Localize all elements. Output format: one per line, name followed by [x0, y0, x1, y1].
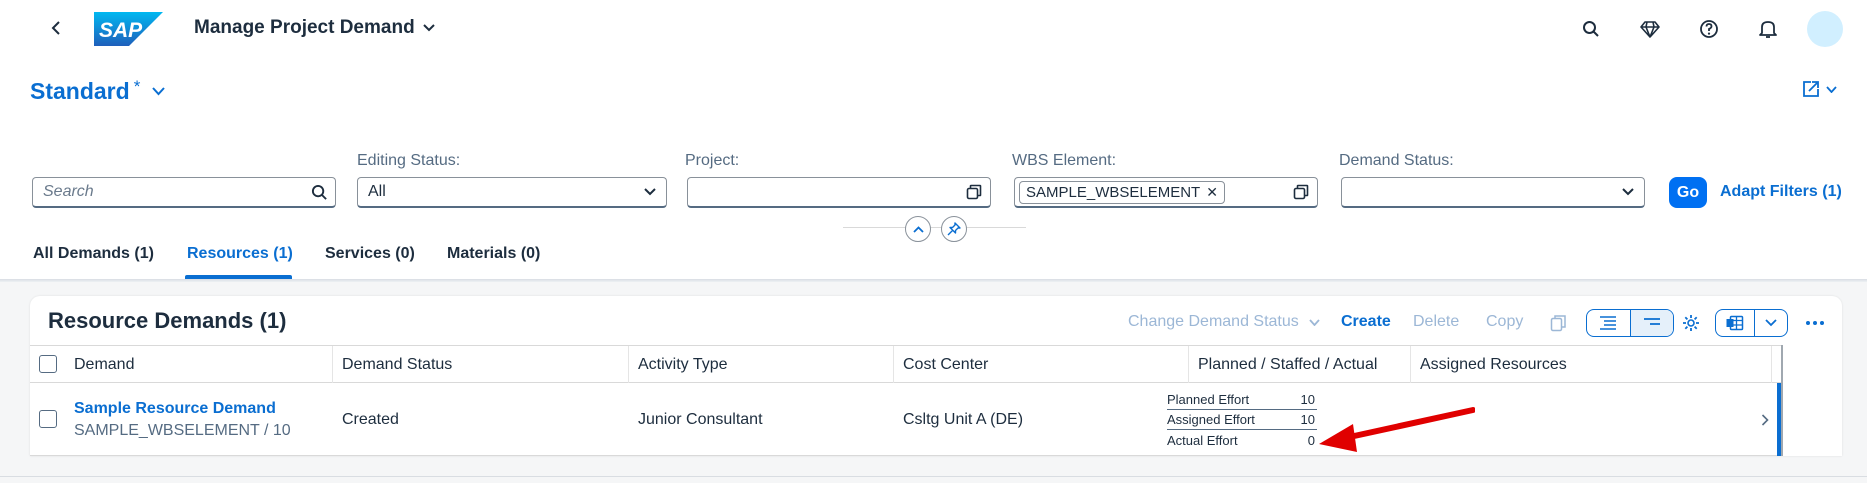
vertical-scrollbar[interactable]: [1781, 345, 1783, 456]
wbs-element-input[interactable]: SAMPLE_WBSELEMENT ✕: [1014, 177, 1318, 208]
editing-status-select[interactable]: All: [357, 177, 667, 208]
search-input[interactable]: Search: [32, 177, 336, 208]
activity-type-cell: Junior Consultant: [638, 410, 763, 428]
settings-icon[interactable]: [1677, 309, 1705, 337]
table-title: Resource Demands (1): [48, 308, 287, 333]
chevron-down-icon: [422, 24, 435, 32]
collapse-rows-icon[interactable]: [1630, 310, 1673, 336]
search-placeholder: Search: [43, 183, 94, 200]
editing-status-label: Editing Status:: [357, 152, 461, 169]
chevron-down-icon: [152, 87, 166, 96]
chevron-up-icon: [912, 225, 924, 233]
chevron-down-icon[interactable]: [634, 178, 666, 206]
value-help-icon[interactable]: [958, 178, 990, 206]
view-mode-segmented: [1586, 309, 1674, 337]
row-select-checkbox[interactable]: [39, 410, 57, 428]
planned-effort-row: Planned Effort 10: [1167, 390, 1317, 410]
editing-status-value: All: [368, 183, 386, 200]
change-demand-status-label: Change Demand Status: [1128, 313, 1299, 330]
share-icon: [1803, 81, 1819, 97]
share-button[interactable]: [1802, 80, 1837, 98]
demand-link[interactable]: Sample Resource Demand: [74, 400, 276, 418]
token-remove-icon[interactable]: ✕: [1206, 184, 1218, 201]
value-help-icon[interactable]: [1285, 178, 1317, 206]
wbs-element-token-text: SAMPLE_WBSELEMENT: [1026, 183, 1201, 201]
go-button[interactable]: Go: [1669, 177, 1707, 208]
svg-text:SAP: SAP: [99, 19, 143, 42]
actual-effort-row: Actual Effort 0: [1167, 430, 1317, 450]
adapt-filters-button[interactable]: Adapt Filters (1): [1720, 183, 1842, 201]
table-row[interactable]: Sample Resource Demand SAMPLE_WBSELEMENT…: [30, 383, 1782, 456]
wbs-element-token[interactable]: SAMPLE_WBSELEMENT ✕: [1019, 180, 1225, 204]
chevron-down-icon: [1309, 319, 1320, 327]
bell-icon[interactable]: [1749, 10, 1787, 48]
column-header-demand-status[interactable]: Demand Status: [333, 346, 629, 383]
copy-button[interactable]: Copy: [1486, 313, 1523, 331]
variant-modified-marker: *: [133, 76, 141, 96]
select-all-checkbox[interactable]: [39, 355, 57, 373]
sap-logo: SAP: [94, 12, 163, 46]
paste-icon[interactable]: [1548, 309, 1568, 337]
help-icon[interactable]: [1690, 10, 1728, 48]
chevron-down-icon: [1826, 85, 1837, 93]
chevron-down-icon[interactable]: [1755, 310, 1787, 336]
app-title: Manage Project Demand: [194, 17, 415, 38]
column-header-assigned-resources[interactable]: Assigned Resources: [1411, 346, 1772, 383]
app-title-menu[interactable]: Manage Project Demand: [194, 17, 435, 39]
cost-center-cell: Csltg Unit A (DE): [903, 410, 1024, 428]
content-bottom-divider: [0, 476, 1867, 477]
variant-name: Standard: [30, 78, 130, 104]
pin-icon: [947, 222, 961, 236]
diamond-icon[interactable]: [1631, 10, 1669, 48]
export-spreadsheet-icon[interactable]: [1716, 310, 1756, 336]
shell-bar: SAP Manage Project Demand: [0, 0, 1867, 58]
create-button[interactable]: Create: [1341, 313, 1391, 331]
change-demand-status-button[interactable]: Change Demand Status: [1128, 313, 1320, 331]
expand-rows-icon[interactable]: [1587, 310, 1631, 336]
avatar[interactable]: [1807, 11, 1843, 47]
project-label: Project:: [685, 152, 740, 169]
tab-materials[interactable]: Materials (0): [447, 245, 540, 263]
column-header-demand[interactable]: Demand: [65, 346, 333, 383]
delete-button[interactable]: Delete: [1413, 313, 1459, 331]
column-header-cost-center[interactable]: Cost Center: [894, 346, 1189, 383]
icon-tab-bar: All Demands (1) Resources (1) Services (…: [0, 235, 1867, 281]
header-divider: [843, 227, 1026, 228]
annotation-arrow-icon: [1319, 407, 1475, 452]
wbs-element-label: WBS Element:: [1012, 152, 1117, 169]
column-header-activity-type[interactable]: Activity Type: [629, 346, 894, 383]
tab-resources[interactable]: Resources (1): [187, 245, 293, 263]
tab-services[interactable]: Services (0): [325, 245, 415, 263]
chevron-down-icon[interactable]: [1612, 178, 1644, 206]
effort-micro-chart: Planned Effort 10 Assigned Effort 10 Act…: [1167, 390, 1317, 450]
assigned-effort-label: Assigned Effort: [1167, 412, 1255, 427]
variant-selector[interactable]: Standard *: [30, 76, 166, 105]
table-header-row: Demand Demand Status Activity Type Cost …: [30, 345, 1782, 383]
demand-status-label: Demand Status:: [1339, 152, 1454, 169]
column-header-efforts[interactable]: Planned / Staffed / Actual: [1189, 346, 1411, 383]
planned-effort-label: Planned Effort: [1167, 392, 1250, 407]
search-icon[interactable]: [303, 178, 335, 206]
demand-status-cell: Created: [342, 410, 399, 428]
demand-sub-text: SAMPLE_WBSELEMENT / 10: [74, 421, 291, 439]
back-icon[interactable]: [44, 16, 68, 40]
project-input[interactable]: [687, 177, 991, 208]
select-all-cell: [30, 346, 65, 383]
row-navigation-icon[interactable]: [1750, 383, 1780, 456]
export-button-group: [1715, 309, 1788, 337]
assigned-effort-row: Assigned Effort 10: [1167, 410, 1317, 430]
demand-cell: Sample Resource Demand SAMPLE_WBSELEMENT…: [65, 383, 333, 456]
overflow-icon[interactable]: [1801, 309, 1829, 337]
search-icon[interactable]: [1572, 10, 1610, 48]
actual-effort-label: Actual Effort: [1167, 432, 1238, 448]
demand-status-select[interactable]: [1341, 177, 1645, 208]
tab-all-demands[interactable]: All Demands (1): [33, 245, 154, 263]
